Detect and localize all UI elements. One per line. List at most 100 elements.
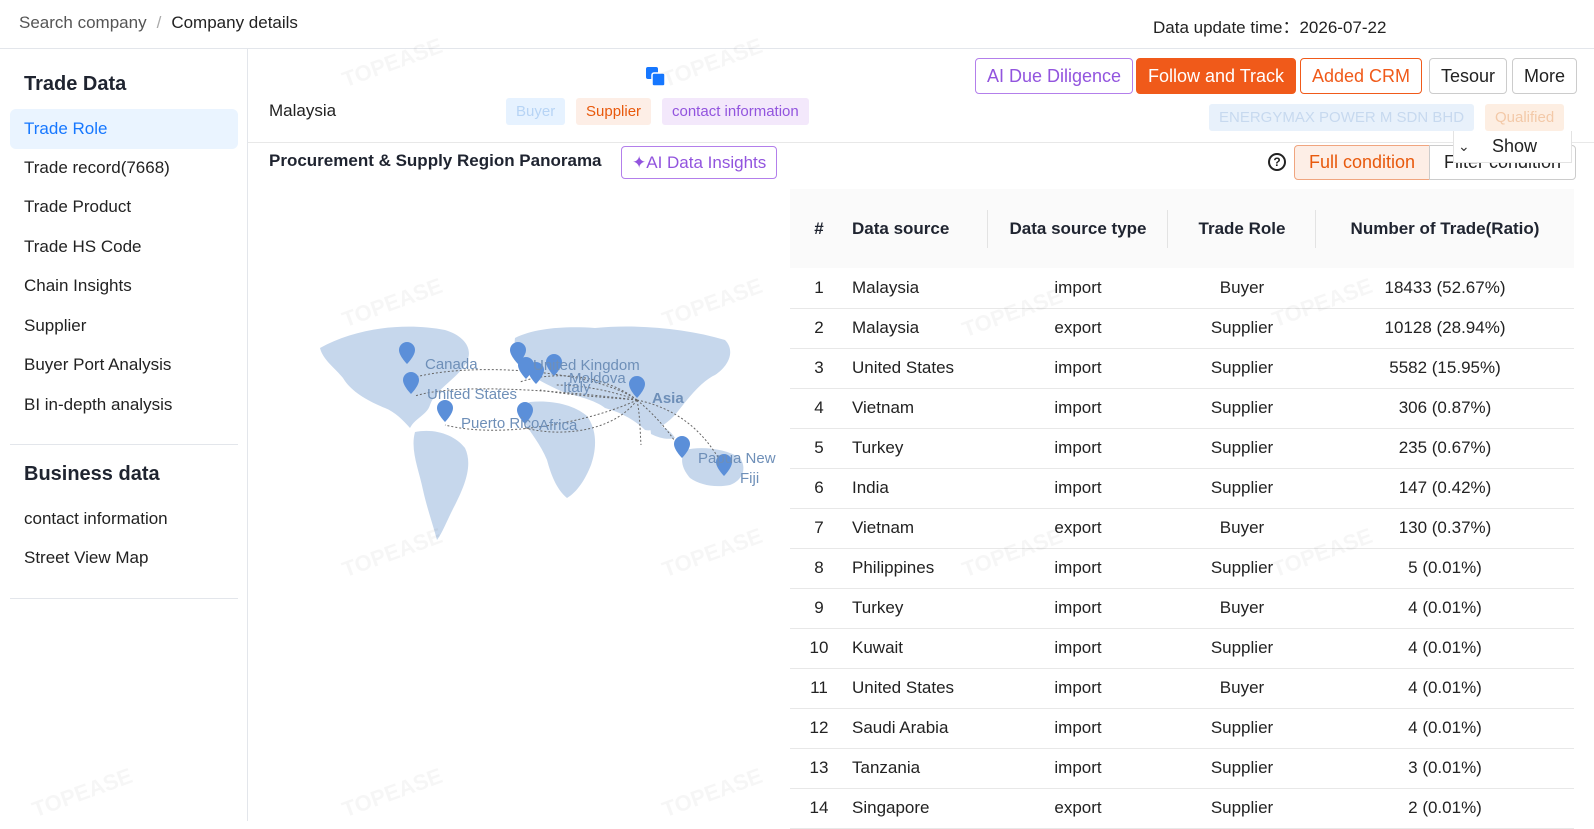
row-index: 14 [790,788,848,829]
more-button[interactable]: More [1512,58,1578,94]
breadcrumb-search-company[interactable]: Search company [19,13,147,32]
header-trade-role: Trade Role [1168,189,1316,268]
table-row: 7 Vietnam export Buyer 130 (0.37%) [790,508,1574,549]
section-title-business-data: Business data [24,463,160,485]
map-label-italy: Italy [563,379,591,396]
data-update-time: Data update time：2026-07-22 [1153,13,1386,38]
row-data-source: United States [848,348,988,389]
header-number-of-trade: Number of Trade(Ratio) [1316,189,1574,268]
sidebar: Trade Data Trade Role Trade record(7668)… [0,49,248,821]
header-data-source: Data source [848,189,988,268]
row-data-source-type: import [988,588,1168,629]
row-trade-role: Supplier [1168,388,1316,429]
row-index: 2 [790,308,848,349]
row-index: 12 [790,708,848,749]
copy-icon[interactable] [645,66,667,88]
row-trade-role: Supplier [1168,788,1316,829]
row-index: 8 [790,548,848,589]
ai-data-insights-button[interactable]: ✦AI Data Insights [621,146,778,179]
row-number-of-trade: 4 (0.01%) [1316,708,1574,749]
update-time-label: Data update time： [1153,18,1300,37]
row-data-source: Singapore [848,788,988,829]
row-data-source: Kuwait [848,628,988,669]
row-number-of-trade: 2 (0.01%) [1316,788,1574,829]
header-trade-role-label: Trade Role [1198,218,1286,238]
row-index: 13 [790,748,848,789]
map-label-puerto-rico: Puerto Rico [461,415,540,432]
follow-and-track-button[interactable]: Follow and Track [1136,58,1297,94]
row-number-of-trade: 130 (0.37%) [1316,508,1574,549]
row-data-source: Vietnam [848,388,988,429]
header-number-of-trade-label: Number of Trade(Ratio) [1350,218,1540,238]
row-trade-role: Buyer [1168,668,1316,709]
sidebar-item-trade-product[interactable]: Trade Product [10,187,238,227]
panel-title: Procurement & Supply Region Panorama [269,151,602,170]
qualified-badge: Qualified [1485,104,1565,131]
watermark: TOPEASE [659,763,766,823]
sidebar-item-street-view-map[interactable]: Street View Map [10,538,238,578]
table-row: 2 Malaysia export Supplier 10128 (28.94%) [790,308,1574,349]
row-index: 5 [790,428,848,469]
top-bar: Search company / Company details Data upda… [0,0,1594,49]
table-row: 5 Turkey import Supplier 235 (0.67%) [790,428,1574,469]
sparkle-icon: ✦ [632,153,647,172]
row-data-source-type: import [988,388,1168,429]
sidebar-item-chain-insights[interactable]: Chain Insights [10,266,238,306]
row-number-of-trade: 4 (0.01%) [1316,668,1574,709]
row-number-of-trade: 306 (0.87%) [1316,388,1574,429]
row-index: 10 [790,628,848,669]
map-label-united-states: United States [427,386,518,403]
header-index: # [790,189,848,268]
row-number-of-trade: 147 (0.42%) [1316,468,1574,509]
row-trade-role: Supplier [1168,468,1316,509]
row-data-source: Malaysia [848,268,988,309]
row-data-source-type: import [988,708,1168,749]
row-data-source-type: import [988,668,1168,709]
row-index: 11 [790,668,848,709]
table-row: 9 Turkey import Buyer 4 (0.01%) [790,588,1574,629]
ai-data-insights-label: AI Data Insights [646,153,767,172]
row-number-of-trade: 18433 (52.67%) [1316,268,1574,309]
watermark: TOPEASE [339,763,446,823]
tag-supplier: Supplier [576,98,652,125]
table-row: 13 Tanzania import Supplier 3 (0.01%) [790,748,1574,789]
tesour-button[interactable]: Tesour [1429,58,1508,94]
row-data-source-type: import [988,748,1168,789]
breadcrumb-separator: / [156,13,162,32]
row-data-source: Malaysia [848,308,988,349]
added-crm-button[interactable]: Added CRM [1300,58,1423,94]
sidebar-item-supplier[interactable]: Supplier [10,306,238,346]
sidebar-item-buyer-port-analysis[interactable]: Buyer Port Analysis [10,345,238,385]
sidebar-item-trade-record[interactable]: Trade record(7668) [10,148,238,188]
row-index: 6 [790,468,848,509]
row-number-of-trade: 10128 (28.94%) [1316,308,1574,349]
row-data-source: Tanzania [848,748,988,789]
ai-due-diligence-button[interactable]: AI Due Diligence [975,58,1134,94]
header-data-source-type: Data source type [988,189,1168,268]
row-number-of-trade: 4 (0.01%) [1316,588,1574,629]
map-label-africa: Africa [539,417,578,434]
sidebar-item-trade-role[interactable]: Trade Role [10,109,238,149]
header-data-source-type-label: Data source type [1009,218,1147,238]
sidebar-item-contact-information[interactable]: contact information [10,499,238,539]
header-divider [248,142,1594,143]
table-body: 1 Malaysia import Buyer 18433 (52.67%) 2 Malay… [790,268,1574,829]
table-row: 1 Malaysia import Buyer 18433 (52.67%) [790,268,1574,309]
row-trade-role: Buyer [1168,508,1316,549]
row-index: 4 [790,388,848,429]
help-icon[interactable]: ? [1268,153,1286,171]
show-label: Show [1492,136,1538,156]
tag-buyer: Buyer [506,98,566,125]
sidebar-item-trade-hs-code[interactable]: Trade HS Code [10,227,238,267]
sidebar-item-bi-analysis[interactable]: BI in-depth analysis [10,385,238,425]
table-row: 8 Philippines import Supplier 5 (0.01%) [790,548,1574,589]
map-label-canada: Canada [425,356,478,373]
full-condition-button[interactable]: Full condition [1294,145,1431,180]
show-dropdown[interactable]: ⌄ Show [1453,131,1572,163]
row-index: 7 [790,508,848,549]
row-data-source-type: import [988,628,1168,669]
row-data-source-type: import [988,268,1168,309]
table-row: 4 Vietnam import Supplier 306 (0.87%) [790,388,1574,429]
row-number-of-trade: 235 (0.67%) [1316,428,1574,469]
row-data-source: United States [848,668,988,709]
